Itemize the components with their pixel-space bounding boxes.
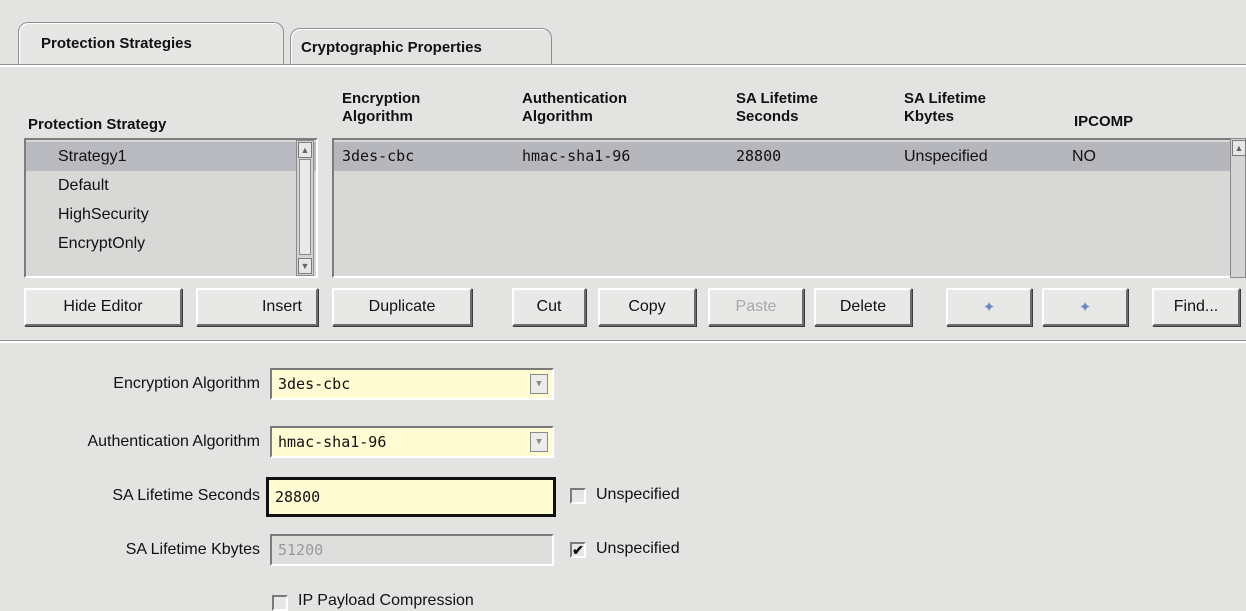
list-item[interactable]: Strategy1	[26, 142, 316, 171]
encryption-algorithm-value: 3des-cbc	[278, 375, 351, 393]
strategy-list-scrollbar[interactable]: ▲ ▼	[296, 140, 314, 276]
insert-button[interactable]: Insert	[196, 288, 318, 326]
move-down-button[interactable]: ✦	[1042, 288, 1128, 326]
sa-lifetime-kbytes-input[interactable]: 51200	[270, 534, 554, 566]
paste-button[interactable]: Paste	[708, 288, 804, 326]
authentication-algorithm-select[interactable]: hmac-sha1-96 ▼	[270, 426, 554, 458]
authentication-algorithm-header: Authentication Algorithm	[522, 90, 627, 125]
sa-lifetime-seconds-input[interactable]: 28800	[266, 477, 556, 517]
authentication-cell: hmac-sha1-96	[522, 147, 631, 165]
list-item[interactable]: HighSecurity	[26, 200, 316, 229]
sa-seconds-unspecified-label: Unspecified	[596, 486, 680, 503]
ip-payload-compression-checkbox[interactable]	[272, 595, 288, 611]
scroll-up-icon[interactable]: ▲	[1232, 140, 1246, 156]
chevron-down-icon[interactable]: ▼	[530, 374, 548, 394]
sa-seconds-unspecified-checkbox[interactable]	[570, 488, 586, 504]
sa-lifetime-kbytes-header: SA Lifetime Kbytes	[904, 90, 986, 125]
sa-lifetime-seconds-value: 28800	[275, 488, 321, 506]
tab-cryptographic-properties[interactable]: Cryptographic Properties	[290, 28, 552, 66]
tab-label: Cryptographic Properties	[301, 39, 482, 56]
sa-lifetime-kbytes-value: 51200	[278, 541, 324, 559]
sa-kbytes-unspecified-checkbox[interactable]: ✔	[570, 542, 586, 558]
find-button[interactable]: Find...	[1152, 288, 1240, 326]
encryption-cell: 3des-cbc	[342, 147, 415, 165]
editor-divider	[0, 340, 1246, 343]
authentication-algorithm-label: Authentication Algorithm	[87, 433, 260, 450]
protection-strategy-header: Protection Strategy	[28, 116, 167, 133]
tab-protection-strategies[interactable]: Protection Strategies	[18, 22, 284, 64]
arrow-up-icon: ✦	[982, 299, 996, 316]
list-item[interactable]: EncryptOnly	[26, 229, 316, 258]
encryption-algorithm-label: Encryption Algorithm	[113, 375, 260, 392]
properties-table[interactable]: 3des-cbc hmac-sha1-96 28800 Unspecified …	[332, 138, 1234, 278]
scroll-thumb[interactable]	[299, 159, 311, 255]
hide-editor-button[interactable]: Hide Editor	[24, 288, 182, 326]
arrow-down-icon: ✦	[1078, 299, 1092, 316]
authentication-algorithm-value: hmac-sha1-96	[278, 433, 387, 451]
sa-kbytes-unspecified-label: Unspecified	[596, 540, 680, 557]
table-scrollbar[interactable]: ▲	[1230, 138, 1246, 278]
checkmark-icon: ✔	[572, 542, 584, 558]
copy-button[interactable]: Copy	[598, 288, 696, 326]
strategy-list[interactable]: Strategy1 Default HighSecurity EncryptOn…	[24, 138, 318, 278]
tab-divider	[0, 64, 1246, 67]
sa-seconds-cell: 28800	[736, 147, 782, 165]
sa-lifetime-seconds-header: SA Lifetime Seconds	[736, 90, 818, 125]
sa-lifetime-kbytes-label: SA Lifetime Kbytes	[125, 541, 260, 558]
move-up-button[interactable]: ✦	[946, 288, 1032, 326]
encryption-algorithm-header: Encryption Algorithm	[342, 90, 421, 125]
duplicate-button[interactable]: Duplicate	[332, 288, 472, 326]
scroll-up-icon[interactable]: ▲	[298, 142, 312, 158]
ipcomp-header: IPCOMP	[1074, 113, 1134, 130]
ip-payload-compression-label: IP Payload Compression	[298, 592, 474, 609]
tab-label: Protection Strategies	[41, 35, 192, 52]
ipcomp-cell: NO	[1072, 148, 1096, 165]
delete-button[interactable]: Delete	[814, 288, 912, 326]
sa-lifetime-seconds-label: SA Lifetime Seconds	[112, 487, 260, 504]
encryption-algorithm-select[interactable]: 3des-cbc ▼	[270, 368, 554, 400]
chevron-down-icon[interactable]: ▼	[530, 432, 548, 452]
sa-kbytes-cell: Unspecified	[904, 148, 988, 165]
scroll-down-icon[interactable]: ▼	[298, 258, 312, 274]
cut-button[interactable]: Cut	[512, 288, 586, 326]
list-item[interactable]: Default	[26, 171, 316, 200]
table-row[interactable]: 3des-cbc hmac-sha1-96 28800 Unspecified …	[334, 142, 1232, 171]
